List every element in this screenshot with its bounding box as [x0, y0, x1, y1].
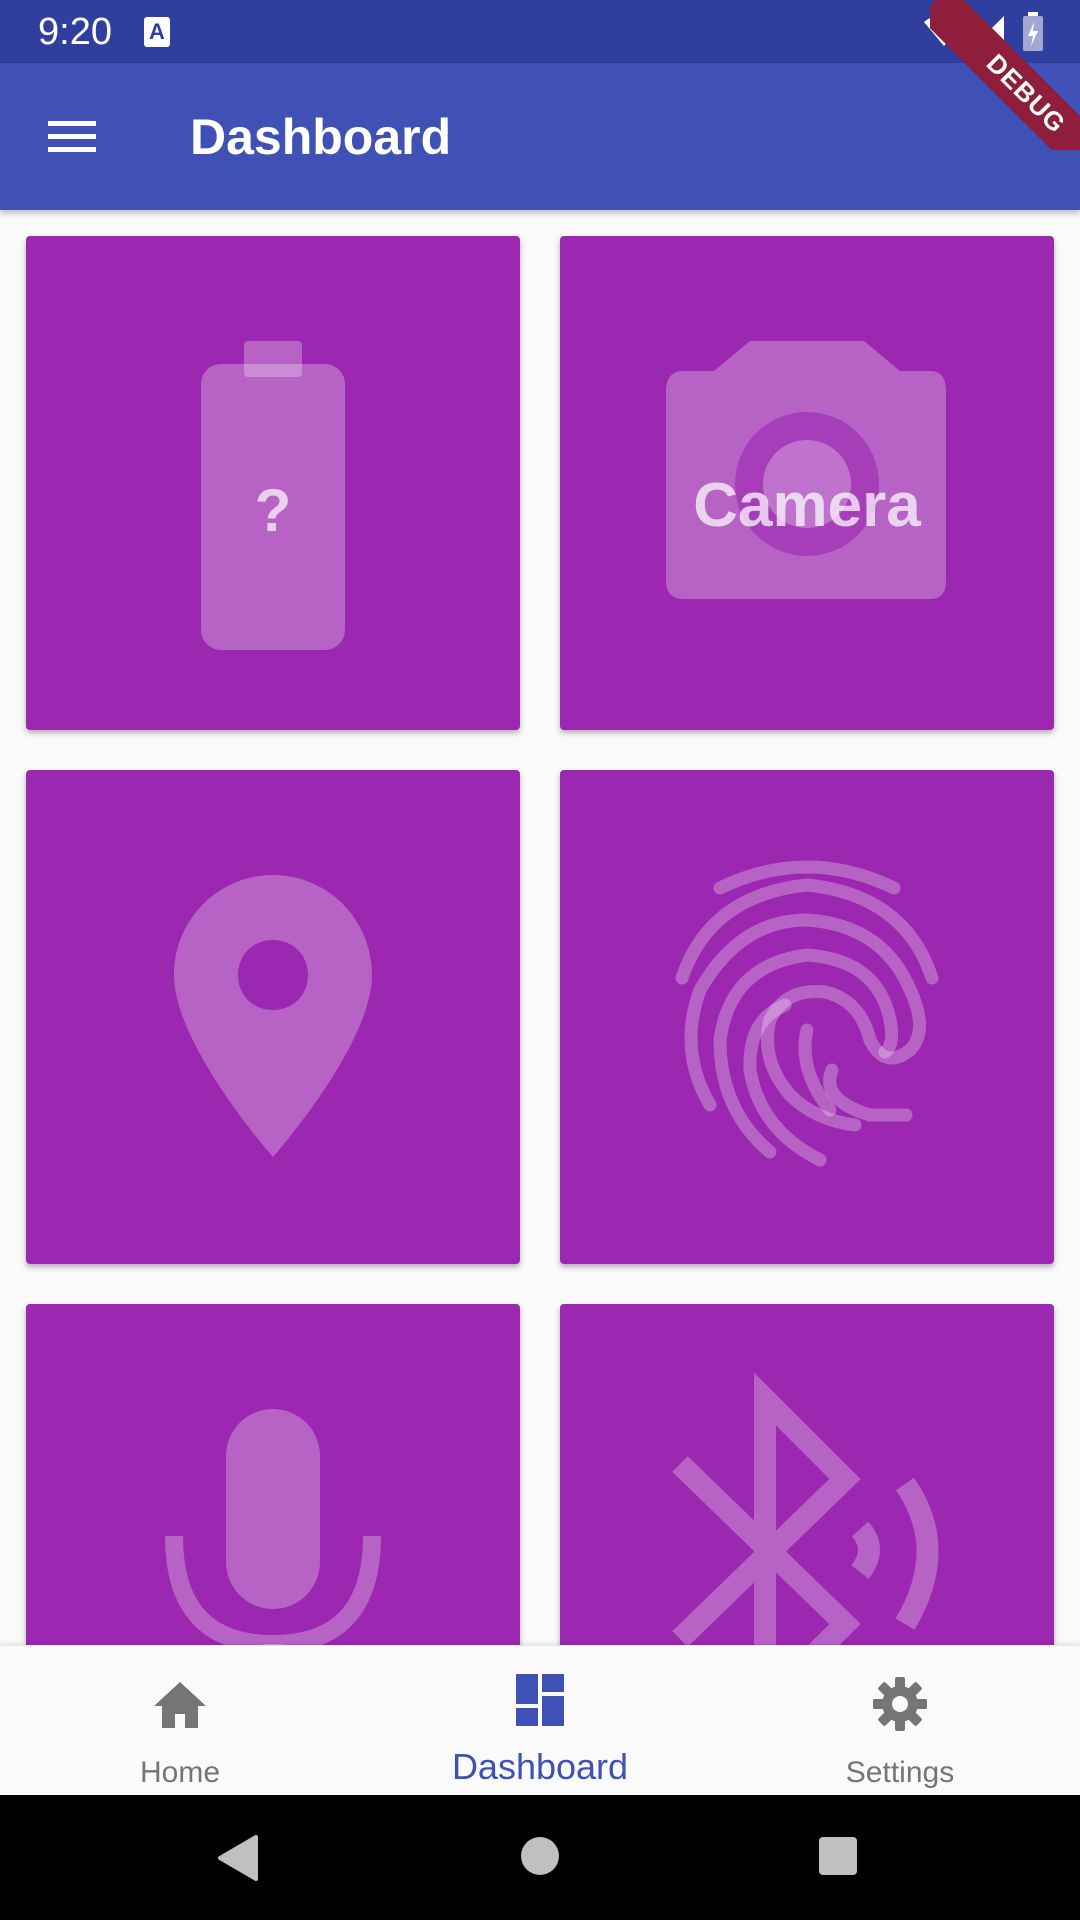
menu-button[interactable] — [36, 103, 108, 169]
microphone-icon — [165, 1409, 381, 1645]
battery-status-label: ? — [254, 477, 292, 544]
page-title: Dashboard — [190, 109, 452, 165]
nav-item-settings[interactable]: Settings — [770, 1646, 1030, 1796]
debug-banner: DEBUG — [930, 0, 1080, 150]
status-bar: 9:20 A — [0, 0, 1080, 63]
camera-label: Camera — [693, 471, 921, 540]
tile-camera[interactable]: Camera — [560, 236, 1054, 730]
recents-icon[interactable] — [818, 1835, 858, 1877]
system-navigation-bar — [0, 1795, 1080, 1920]
back-icon[interactable] — [216, 1835, 262, 1881]
menu-icon — [48, 121, 96, 152]
debug-label: DEBUG — [930, 0, 1080, 150]
tile-battery[interactable]: ? — [26, 236, 520, 730]
bluetooth-searching-icon — [672, 1372, 939, 1645]
bottom-navigation: Home Dashboard Settings — [0, 1645, 1080, 1796]
tile-bluetooth[interactable] — [560, 1304, 1054, 1645]
nav-label-home: Home — [139, 1756, 221, 1789]
tile-fingerprint[interactable] — [560, 770, 1054, 1264]
status-time: 9:20 — [38, 11, 112, 53]
app-bar: Dashboard — [0, 63, 1080, 210]
tile-microphone[interactable] — [26, 1304, 520, 1645]
fingerprint-icon — [675, 860, 939, 1167]
nav-item-dashboard[interactable]: Dashboard — [410, 1646, 670, 1796]
dashboard-grid: ? Camera — [0, 210, 1080, 1645]
tile-location[interactable] — [26, 770, 520, 1264]
nav-item-home[interactable]: Home — [50, 1646, 310, 1796]
home-circle-icon[interactable] — [519, 1835, 561, 1877]
nav-label-settings: Settings — [845, 1756, 955, 1789]
location-pin-icon — [174, 875, 372, 1157]
home-icon — [154, 1682, 206, 1728]
settings-gear-icon — [873, 1677, 927, 1731]
notification-icon: A — [144, 17, 170, 47]
dashboard-icon — [516, 1674, 564, 1726]
nav-label-dashboard: Dashboard — [451, 1746, 629, 1787]
